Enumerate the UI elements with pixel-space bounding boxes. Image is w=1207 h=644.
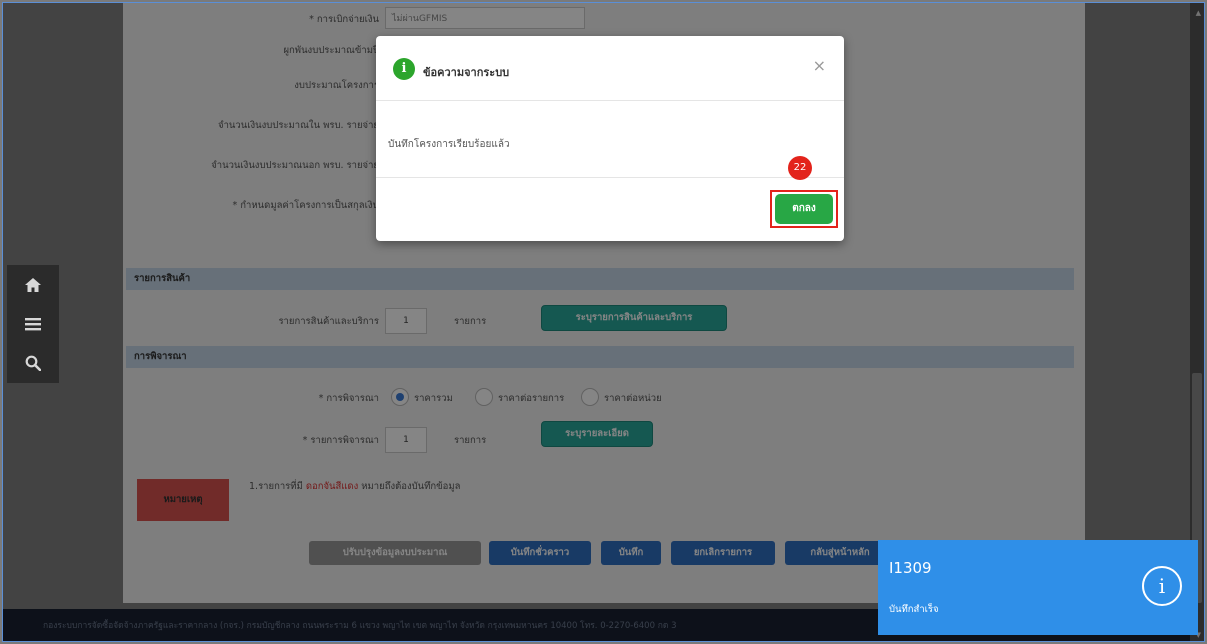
- info-icon: i: [393, 58, 415, 80]
- home-icon[interactable]: [22, 274, 44, 296]
- system-message-dialog: i ข้อความจากระบบ × บันทึกโครงการเรียบร้อ…: [376, 36, 844, 241]
- dialog-title: ข้อความจากระบบ: [423, 66, 510, 79]
- menu-icon[interactable]: [22, 313, 44, 335]
- info-icon: i: [1142, 566, 1182, 606]
- step-badge: 22: [788, 156, 812, 180]
- close-icon[interactable]: ×: [813, 56, 826, 75]
- dialog-message: บันทึกโครงการเรียบร้อยแล้ว: [376, 101, 844, 178]
- toast-code: I1309: [889, 559, 932, 577]
- dialog-header: i ข้อความจากระบบ ×: [376, 36, 844, 101]
- side-toolbar: [7, 265, 59, 383]
- toast-message: บันทึกสำเร็จ: [889, 604, 939, 615]
- success-toast[interactable]: I1309 บันทึกสำเร็จ i: [878, 540, 1198, 635]
- browser-frame: * การเบิกจ่ายเงิน ไม่ผ่านGFMIS ผูกพันงบป…: [2, 2, 1205, 642]
- search-icon[interactable]: [22, 352, 44, 374]
- ok-button[interactable]: ตกลง: [775, 194, 833, 224]
